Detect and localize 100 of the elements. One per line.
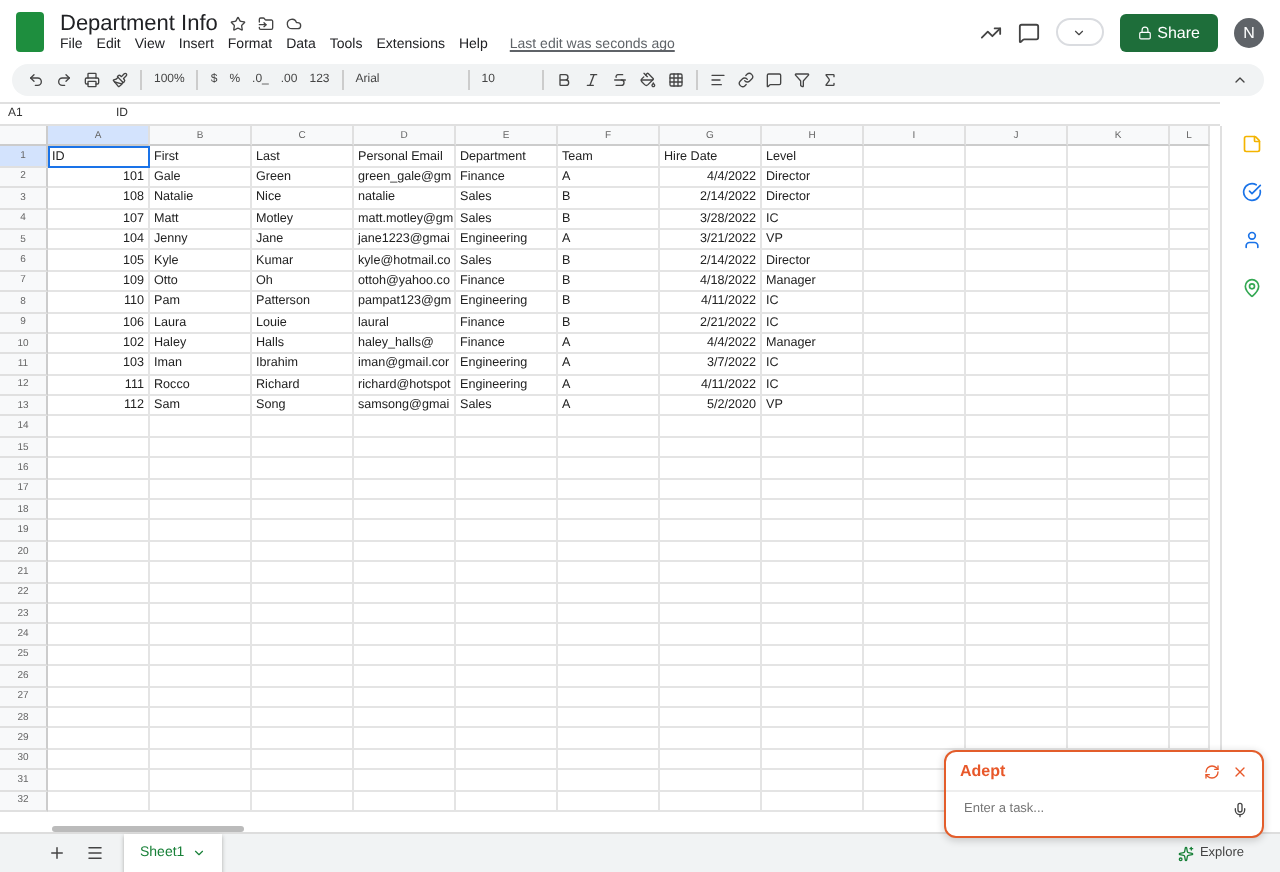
empty-cell (456, 603, 558, 625)
empty-cell (1170, 313, 1210, 334)
empty-cell (1170, 562, 1210, 584)
cloud-icon[interactable] (285, 16, 302, 32)
empty-cell (762, 666, 864, 688)
empty-cell (1068, 250, 1170, 272)
close-icon[interactable] (1232, 763, 1248, 779)
comment-icon[interactable] (765, 72, 782, 88)
empty-cell (558, 520, 660, 542)
borders-icon[interactable] (667, 72, 684, 88)
filter-icon[interactable] (793, 72, 810, 88)
empty-cell (864, 479, 966, 501)
empty-cell (456, 728, 558, 750)
strikethrough-icon[interactable] (611, 72, 628, 88)
share-button[interactable]: Share (1119, 13, 1218, 51)
empty-cell (558, 416, 660, 438)
empty-cell (252, 749, 354, 771)
empty-cell (1170, 229, 1210, 251)
empty-cell (1068, 354, 1170, 376)
empty-cell (1068, 292, 1170, 314)
empty-cell (1170, 167, 1210, 189)
empty-cell (1068, 687, 1170, 708)
empty-cell (1170, 250, 1210, 272)
microphone-icon[interactable] (1232, 801, 1248, 817)
empty-cell (864, 666, 966, 688)
empty-cell (966, 520, 1068, 542)
empty-cell (1170, 271, 1210, 293)
empty-cell (660, 707, 762, 729)
folder-icon[interactable] (257, 16, 274, 32)
bold-icon[interactable] (555, 72, 572, 88)
caret-icon (1072, 25, 1087, 39)
empty-cell (1068, 313, 1170, 334)
empty-cell (1170, 375, 1210, 397)
print-icon[interactable] (84, 72, 100, 88)
empty-cell (1170, 624, 1210, 646)
empty-cell (558, 583, 660, 604)
functions-icon[interactable] (821, 72, 838, 88)
empty-cell (150, 416, 252, 438)
empty-cell (456, 458, 558, 480)
empty-cell (354, 416, 456, 438)
collapse-icon[interactable] (1232, 72, 1248, 88)
empty-cell (660, 791, 762, 812)
empty-cell (150, 500, 252, 521)
empty-cell (864, 458, 966, 480)
map-pin-icon[interactable] (1241, 278, 1261, 298)
check-icon[interactable] (1241, 182, 1261, 202)
fill-color-icon[interactable] (639, 72, 656, 88)
empty-cell (1170, 603, 1210, 625)
refresh-icon[interactable] (1204, 763, 1220, 779)
empty-cell (864, 396, 966, 417)
empty-cell (456, 583, 558, 604)
empty-cell (660, 562, 762, 584)
empty-cell (354, 500, 456, 521)
empty-cell (762, 541, 864, 563)
person-icon[interactable] (1241, 230, 1261, 250)
empty-cell (966, 292, 1068, 314)
add-sheet-icon[interactable] (48, 844, 66, 862)
link-icon[interactable] (737, 72, 754, 88)
empty-cell (456, 541, 558, 563)
star-icon[interactable] (229, 16, 246, 32)
empty-cell (660, 603, 762, 625)
scrollbar[interactable] (52, 826, 244, 832)
undo-icon[interactable] (28, 72, 44, 88)
paint-format-icon[interactable] (112, 72, 128, 88)
avatar[interactable]: N (1234, 17, 1264, 47)
empty-cell (1068, 396, 1170, 417)
document-title[interactable]: Department Info (60, 12, 218, 36)
empty-cell (252, 541, 354, 563)
empty-cell (558, 603, 660, 625)
empty-cell (864, 250, 966, 272)
italic-icon[interactable] (583, 72, 600, 88)
empty-cell (864, 562, 966, 584)
align-icon[interactable] (709, 72, 726, 88)
empty-cell (864, 520, 966, 542)
empty-cell (966, 333, 1068, 355)
comment-icon[interactable] (1017, 21, 1040, 43)
empty-cell (660, 437, 762, 459)
empty-cell (660, 520, 762, 542)
panel-title: Adept (960, 762, 1008, 780)
empty-cell (150, 666, 252, 688)
empty-cell (1068, 375, 1170, 397)
empty-cell (660, 645, 762, 667)
empty-cell (354, 437, 456, 459)
empty-cell (1068, 541, 1170, 563)
empty-cell (252, 500, 354, 521)
empty-cell (252, 437, 354, 459)
empty-cell (1170, 479, 1210, 501)
redo-icon[interactable] (56, 72, 72, 88)
empty-cell (252, 520, 354, 542)
sheet-list-icon[interactable] (86, 844, 104, 862)
empty-cell (660, 749, 762, 771)
empty-cell (1068, 333, 1170, 355)
empty-cell (1170, 583, 1210, 604)
empty-cell (252, 666, 354, 688)
empty-cell (762, 707, 864, 729)
empty-cell (252, 645, 354, 667)
empty-cell (1170, 707, 1210, 729)
empty-cell (762, 520, 864, 542)
empty-cell (762, 603, 864, 625)
empty-cell (762, 728, 864, 750)
